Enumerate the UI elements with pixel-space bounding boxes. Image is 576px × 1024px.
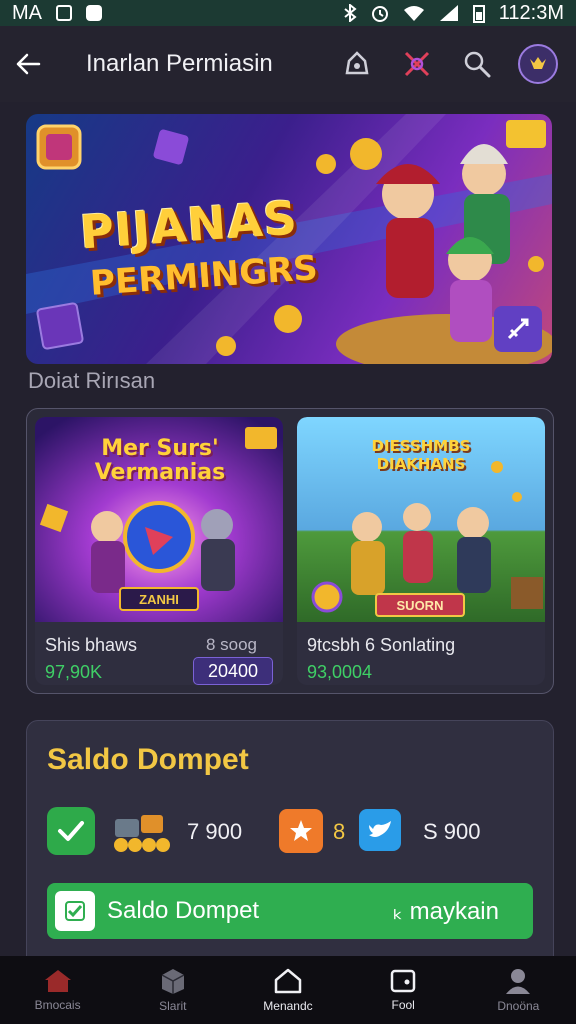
wallet-card: Saldo Dompet 7 900 8 S 900 Saldo Dompet …: [26, 720, 554, 972]
crossed-swords-icon: [404, 51, 430, 77]
nav-label: Dnoöna: [497, 999, 540, 1013]
card-art-banner: SUORN: [375, 593, 465, 617]
crown-icon: [345, 51, 369, 75]
game-card[interactable]: Mer Surs' Vermanias ZANHI Shis bhaws 8 s…: [35, 417, 283, 685]
status-bar: MA 112:3M: [0, 0, 576, 26]
nav-label: Slarit: [159, 999, 187, 1013]
box-icon: [161, 969, 185, 994]
bluetooth-icon: [344, 4, 357, 22]
swords-button[interactable]: [398, 45, 436, 83]
next-card-peek[interactable]: [553, 417, 554, 685]
wallet-icon: [390, 969, 416, 993]
wallet-check-icon: [55, 891, 95, 931]
page-title: Inarlan Permiasin: [86, 50, 273, 77]
hero-action-button[interactable]: [494, 306, 542, 352]
status-time: 112:3M: [498, 1, 564, 24]
card-buy-button[interactable]: 20400: [193, 657, 273, 685]
nav-item-feed[interactable]: Fool: [353, 968, 453, 1012]
home-icon: [44, 970, 71, 992]
nav-item-start[interactable]: Slarit: [123, 967, 223, 1013]
card-name: 9tcsbh 6 Sonlating: [307, 635, 456, 655]
bird-icon: [359, 809, 401, 851]
star-badge-icon: [279, 809, 323, 853]
top-app-bar: Inarlan Permiasin: [0, 26, 576, 103]
status-carrier: MA: [12, 1, 42, 24]
bottom-navigation: Bmocais Slarit Menandc Fool Dnoöna: [0, 956, 576, 1024]
nav-item-profile[interactable]: Dnoöna: [468, 967, 568, 1013]
main-content: PIJANAS PERMINGRS Doiat Rirısan Mer Surs…: [0, 102, 576, 972]
nav-item-menu[interactable]: Menandc: [238, 967, 338, 1013]
profile-icon: [506, 969, 531, 994]
search-button[interactable]: [458, 45, 496, 83]
wallet-button-action: ₖ maykain: [392, 897, 499, 925]
wallet-mark: 8: [333, 819, 346, 844]
wifi-icon: [403, 6, 424, 21]
battery-icon: [472, 5, 485, 23]
card-name: Shis bhaws: [45, 635, 138, 655]
app-notification-icon: [86, 5, 102, 21]
nav-item-home[interactable]: Bmocais: [8, 968, 108, 1012]
wallet-balance-secondary: S 900: [423, 819, 481, 844]
house-outline-icon: [274, 968, 302, 994]
wallet-button-label: Saldo Dompet: [107, 897, 260, 924]
crown-badge-icon: [530, 57, 546, 69]
nav-label: Fool: [391, 998, 415, 1012]
alarm-icon: [371, 6, 388, 22]
game-cards-carousel[interactable]: Mer Surs' Vermanias ZANHI Shis bhaws 8 s…: [26, 408, 554, 694]
sword-shield-icon: [507, 318, 529, 340]
signal-icon: [439, 5, 458, 21]
back-button[interactable]: [0, 26, 56, 102]
nav-label: Bmocais: [34, 998, 81, 1012]
check-icon: [47, 807, 95, 855]
coins-icon: [114, 815, 170, 852]
card-price: 93,0004: [307, 662, 373, 682]
nav-label: Menandc: [263, 999, 313, 1013]
wallet-action-button[interactable]: Saldo Dompet ₖ maykain: [47, 883, 533, 939]
card-price: 97,90K: [45, 662, 103, 682]
wallet-balance-primary: 7 900: [187, 819, 243, 844]
section-title: Doiat Rirısan: [28, 368, 156, 393]
wallet-balance-row: 7 900 8 S 900: [47, 807, 537, 857]
profile-avatar-button[interactable]: [518, 44, 558, 84]
search-icon: [464, 51, 491, 78]
card-art-title: Mer Surs' Vermanias: [94, 436, 226, 485]
card-art-banner: ZANHI: [119, 587, 199, 611]
notification-icon: [56, 5, 72, 21]
game-card[interactable]: DIESSHMBS DIAKHANS SUORN 9tcsbh 6 Sonlat…: [297, 417, 545, 685]
card-count: 8 soog: [205, 635, 257, 654]
hero-badge: [506, 120, 546, 148]
wallet-title: Saldo Dompet: [47, 743, 249, 776]
hero-banner[interactable]: PIJANAS PERMINGRS: [26, 114, 552, 364]
crown-button[interactable]: [338, 45, 376, 83]
arrow-left-icon: [16, 53, 41, 75]
card-art-title: DIESSHMBS DIAKHANS: [371, 437, 471, 473]
